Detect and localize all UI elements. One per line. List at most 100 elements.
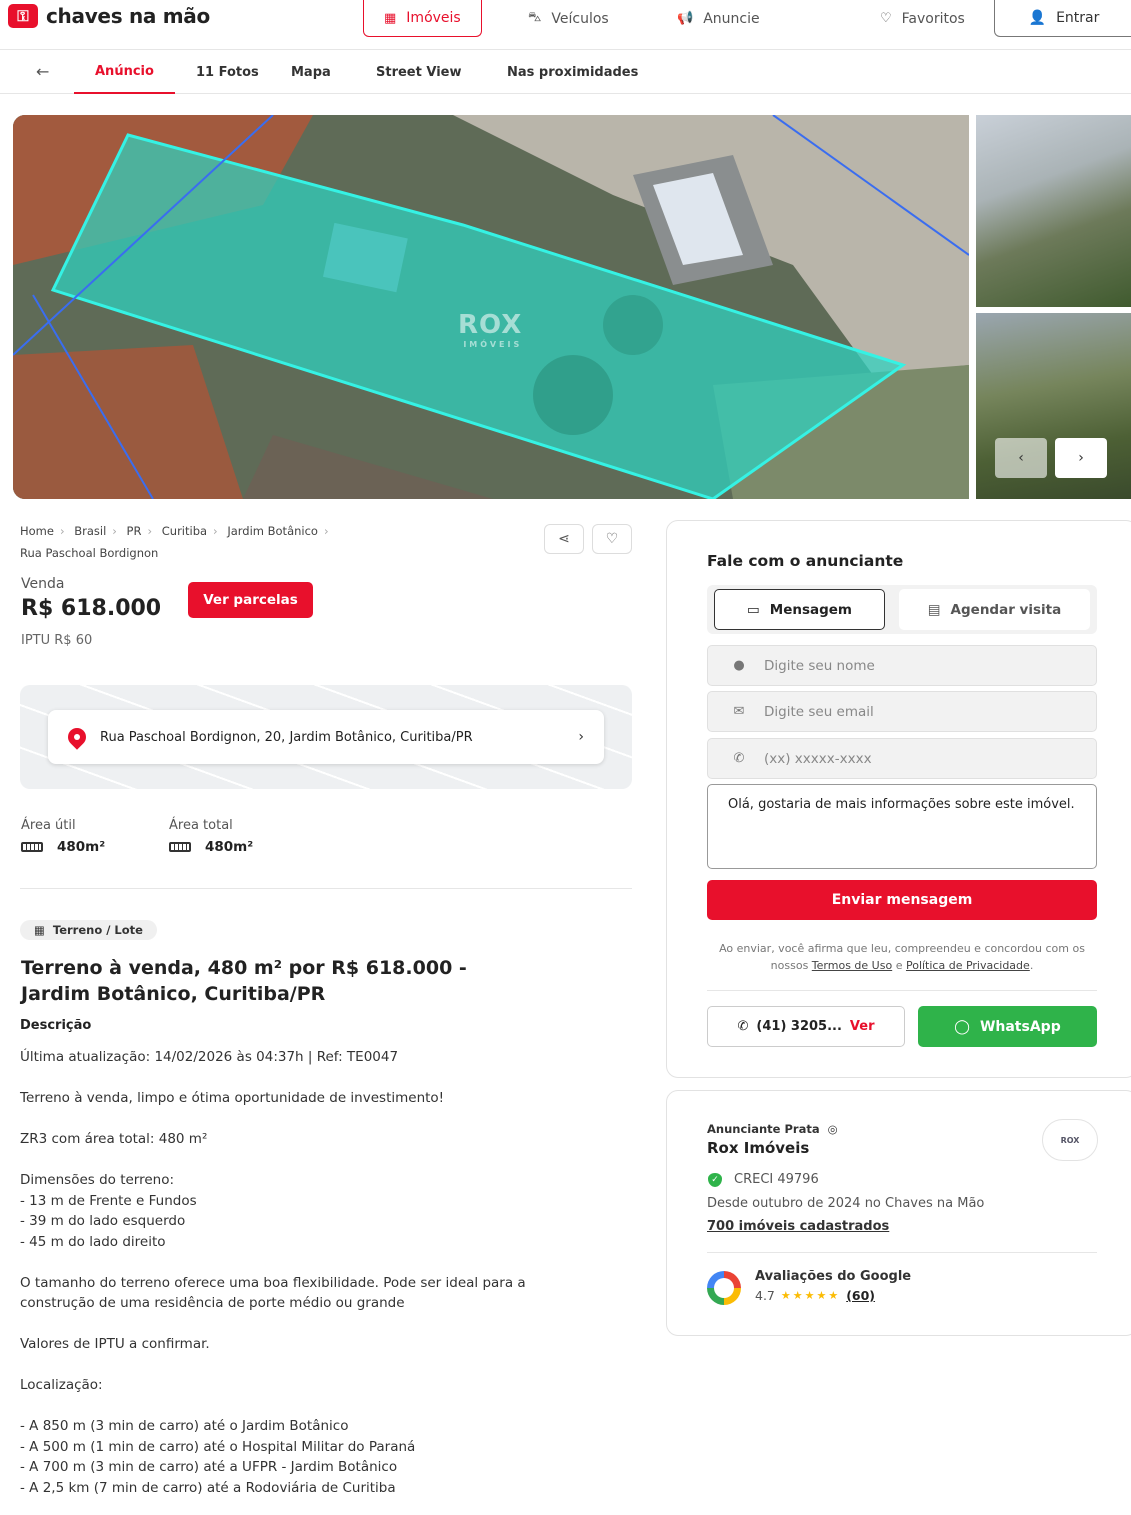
address-text: Rua Paschoal Bordignon, 20, Jardim Botân… — [100, 729, 473, 745]
top-header: ⚿ chaves na mão ▦ Imóveis ⛍ Veículos 📢 A… — [0, 0, 1131, 50]
login-button[interactable]: 👤 Entrar — [994, 0, 1131, 37]
share-icon: ⋖ — [558, 531, 570, 547]
advertiser-tier-label: Anunciante Prata — [707, 1122, 820, 1136]
creci-badge: ✓ CRECI 49796 — [708, 1172, 819, 1187]
contact-title: Fale com o anunciante — [707, 552, 904, 570]
nav-favoritos[interactable]: ♡ Favoritos — [880, 0, 965, 37]
name-placeholder: Digite seu nome — [764, 657, 875, 674]
gallery-next-button[interactable]: › — [1055, 438, 1107, 478]
tab-fotos[interactable]: 11 Fotos — [196, 50, 259, 94]
tab-mapa[interactable]: Mapa — [291, 50, 331, 94]
message-textarea[interactable]: Olá, gostaria de mais informações sobre … — [707, 784, 1097, 869]
breadcrumb-curitiba[interactable]: Curitiba — [162, 524, 207, 538]
section-divider — [20, 888, 632, 889]
envelope-icon: ✉ — [733, 704, 745, 719]
tab-street-view[interactable]: Street View — [376, 50, 461, 94]
name-field[interactable]: ● Digite seu nome — [707, 645, 1097, 686]
aerial-photo-illustration — [13, 115, 969, 499]
rox-watermark: ROX IMÓVEIS — [458, 310, 523, 349]
advertiser-listings-link[interactable]: 700 imóveis cadastrados — [707, 1219, 889, 1234]
terms-of-use-link[interactable]: Termos de Uso — [812, 959, 892, 972]
send-message-button[interactable]: Enviar mensagem — [707, 880, 1097, 920]
email-field[interactable]: ✉ Digite seu email — [707, 691, 1097, 732]
person-icon: ● — [733, 658, 745, 673]
phone-icon: ✆ — [737, 1019, 749, 1034]
gallery-prev-button[interactable]: ‹ — [995, 438, 1047, 478]
logo-text: chaves na mão — [46, 4, 210, 28]
nav-anuncie[interactable]: 📢 Anuncie — [677, 0, 760, 37]
email-placeholder: Digite seu email — [764, 703, 874, 720]
medal-icon: ◎ — [827, 1122, 838, 1136]
deal-type: Venda — [21, 576, 65, 592]
iptu-value: IPTU R$ 60 — [21, 633, 93, 648]
nav-imoveis[interactable]: ▦ Imóveis — [363, 0, 482, 37]
google-rating-value: 4.7 — [755, 1288, 775, 1303]
back-arrow-icon[interactable]: ← — [36, 62, 49, 81]
area-total-label: Área total — [169, 818, 233, 833]
google-review-count[interactable]: (60) — [846, 1288, 875, 1303]
share-button[interactable]: ⋖ — [544, 524, 584, 554]
tab-agendar-visita[interactable]: ▤ Agendar visita — [899, 589, 1090, 630]
verified-shield-icon: ✓ — [708, 1172, 722, 1187]
address-card[interactable]: Rua Paschoal Bordignon, 20, Jardim Botân… — [48, 710, 604, 764]
breadcrumb-brasil[interactable]: Brasil — [74, 524, 106, 538]
chevron-right-icon: › — [578, 729, 584, 745]
phone-field[interactable]: ✆ (xx) xxxxx-xxxx — [707, 738, 1097, 779]
ver-parcelas-button[interactable]: Ver parcelas — [188, 582, 313, 618]
advertiser-tier: Anunciante Prata ◎ — [707, 1122, 838, 1136]
google-rating: 4.7 ★★★★★ (60) — [755, 1288, 875, 1303]
tab-anuncio[interactable]: Anúncio — [74, 50, 175, 94]
whatsapp-button[interactable]: ◯ WhatsApp — [918, 1006, 1097, 1047]
main-aerial-photo[interactable]: ROX IMÓVEIS — [13, 115, 969, 499]
card-divider — [707, 990, 1097, 991]
breadcrumb-street: Rua Paschoal Bordignon — [20, 546, 159, 560]
listing-price: R$ 618.000 — [21, 596, 162, 621]
terms-and: e — [895, 959, 903, 972]
breadcrumb: Home › Brasil › PR › Curitiba › Jardim Botân… — [20, 524, 329, 560]
breadcrumb-jardim-botanico[interactable]: Jardim Botânico — [227, 524, 318, 538]
nav-veiculos-label: Veículos — [551, 10, 609, 27]
map-pin-icon — [64, 724, 90, 750]
breadcrumb-pr[interactable]: PR — [127, 524, 142, 538]
terms-suffix: . — [1029, 959, 1034, 972]
chevron-right-icon: › — [1078, 450, 1084, 466]
advertiser-name[interactable]: Rox Imóveis — [707, 1139, 809, 1157]
area-util: Área útil 480m² — [21, 818, 105, 855]
ruler-icon — [21, 842, 43, 852]
privacy-policy-link[interactable]: Política de Privacidade — [906, 959, 1030, 972]
nav-anuncie-label: Anuncie — [703, 10, 760, 27]
phone-partial: (41) 3205... — [756, 1019, 842, 1034]
megaphone-icon: 📢 — [677, 11, 694, 26]
gallery-thumbnail-1[interactable] — [976, 115, 1131, 307]
category-badge: ▦ Terreno / Lote — [20, 920, 157, 940]
listing-subnav: ← Anúncio 11 Fotos Mapa Street View Nas … — [0, 50, 1131, 94]
tab-mensagem-label: Mensagem — [769, 601, 852, 618]
description-text: Última atualização: 14/02/2026 às 04:37h… — [20, 1049, 526, 1496]
breadcrumb-home[interactable]: Home — [20, 524, 54, 538]
google-logo-icon — [707, 1271, 741, 1305]
tab-mensagem[interactable]: ▭ Mensagem — [714, 589, 885, 630]
building-icon: ▦ — [34, 923, 45, 937]
area-total-value: 480m² — [205, 839, 254, 855]
ruler-icon — [169, 842, 191, 852]
chevron-left-icon: ‹ — [1018, 450, 1024, 466]
chat-icon: ▭ — [747, 601, 760, 618]
tab-nas-proximidades[interactable]: Nas proximidades — [507, 50, 638, 94]
card-divider — [707, 1252, 1097, 1253]
area-util-value: 480m² — [57, 839, 106, 855]
rating-stars-icon: ★★★★★ — [780, 1289, 841, 1302]
advertiser-logo[interactable]: ROX — [1042, 1119, 1098, 1161]
phone-placeholder: (xx) xxxxx-xxxx — [764, 750, 872, 767]
calendar-icon: ▤ — [927, 601, 941, 618]
car-icon: ⛍ — [528, 10, 542, 25]
site-logo[interactable]: ⚿ chaves na mão — [8, 4, 210, 28]
login-label: Entrar — [1056, 10, 1100, 26]
nav-veiculos[interactable]: ⛍ Veículos — [528, 0, 609, 37]
area-util-label: Área útil — [21, 818, 76, 833]
tab-agendar-visita-label: Agendar visita — [950, 601, 1062, 618]
whatsapp-label: WhatsApp — [979, 1018, 1061, 1035]
favorite-button[interactable]: ♡ — [592, 524, 632, 554]
heart-icon: ♡ — [880, 11, 892, 26]
heart-icon: ♡ — [605, 531, 619, 547]
show-phone-button[interactable]: ✆ (41) 3205... Ver — [707, 1006, 905, 1047]
